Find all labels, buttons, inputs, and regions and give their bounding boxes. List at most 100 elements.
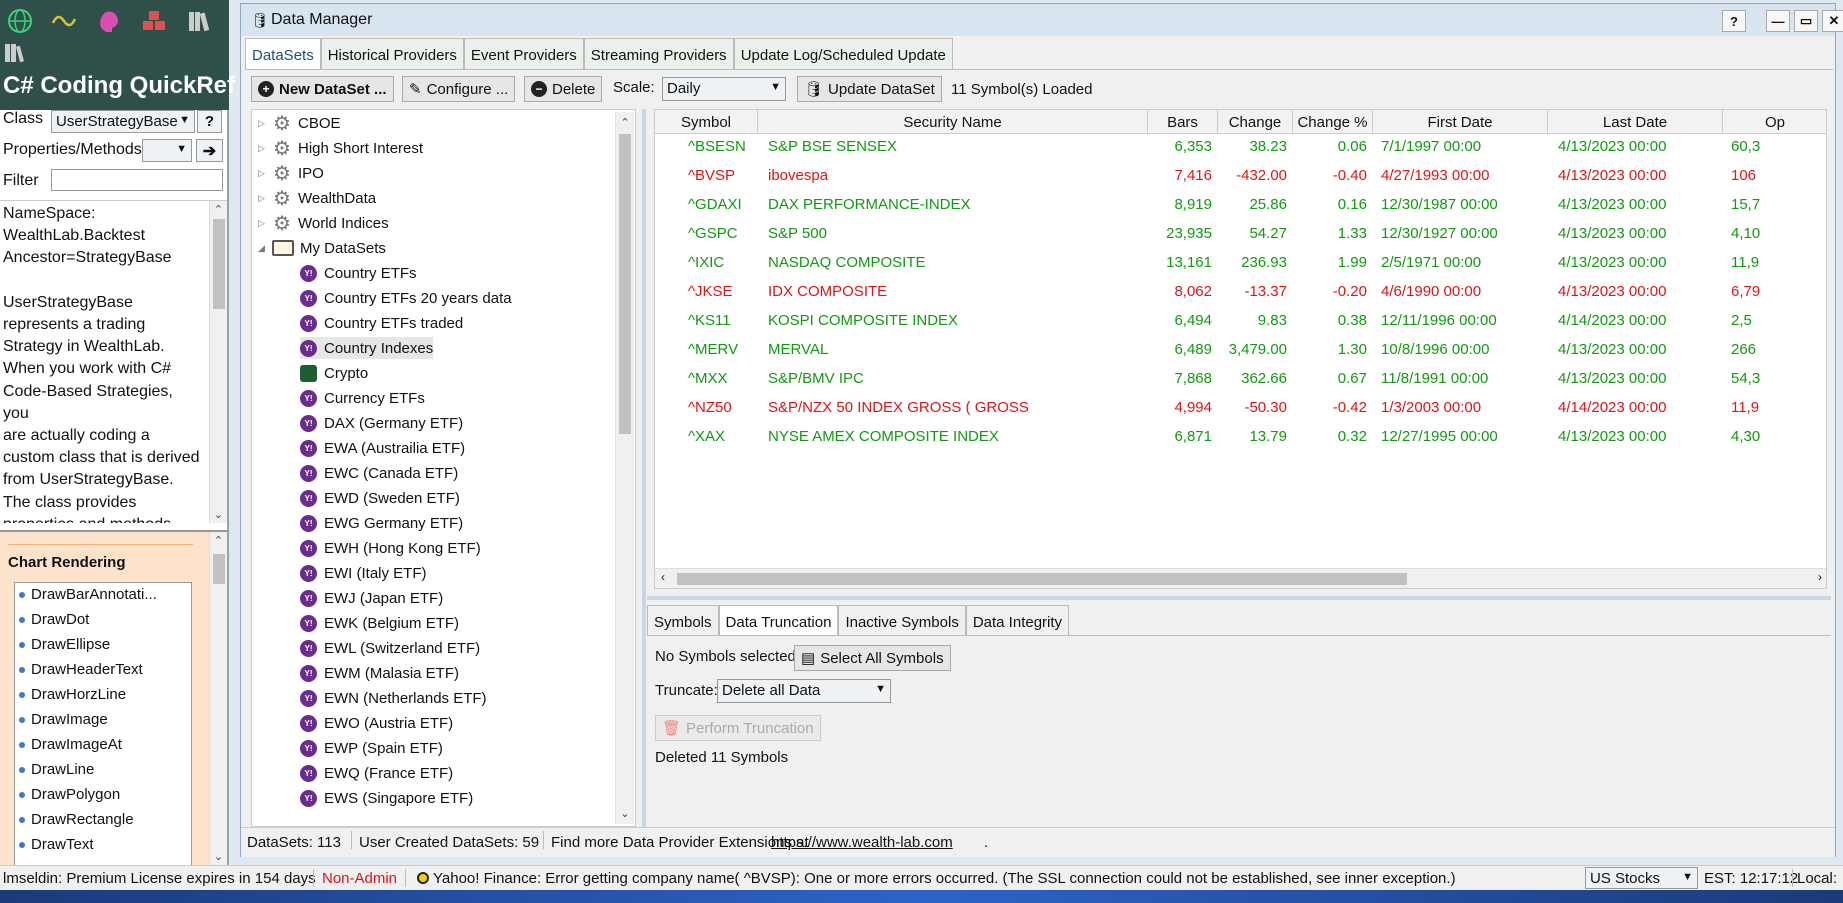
tab-data-truncation[interactable]: Data Truncation [718, 605, 839, 637]
table-row[interactable]: ^BVSP ibovespa 7,416 -432.00 -0.40 4/27/1993 … [655, 167, 1826, 189]
draw-method-item[interactable]: DrawHeaderText [19, 661, 143, 678]
tree-item[interactable]: Y! DAX (Germany ETF) [300, 412, 463, 434]
tab-symbols[interactable]: Symbols [647, 605, 719, 637]
tree-item[interactable]: Y! EWQ (France ETF) [300, 762, 453, 784]
tab-datasets[interactable]: DataSets [245, 38, 321, 70]
tree-item[interactable]: ◢ My DataSets [258, 237, 386, 259]
scroll-thumb[interactable] [213, 219, 225, 309]
close-button[interactable]: ✕ [1822, 10, 1843, 32]
tree-item[interactable]: Y! EWN (Netherlands ETF) [300, 687, 487, 709]
tree-item[interactable]: ▷ ⚙ World Indices [258, 212, 389, 235]
tree-item[interactable]: Y! EWM (Malasia ETF) [300, 662, 459, 684]
books-icon[interactable] [185, 6, 215, 36]
horizontal-splitter[interactable] [647, 596, 1831, 600]
tree-item[interactable]: Y! Country ETFs 20 years data [300, 287, 512, 309]
tab-streaming-providers[interactable]: Streaming Providers [583, 38, 734, 70]
tree-item[interactable]: Y! EWJ (Japan ETF) [300, 587, 443, 609]
maximize-button[interactable]: ▭ [1794, 10, 1818, 32]
help-button[interactable]: ? [197, 110, 222, 133]
tree-item[interactable]: Y! Currency ETFs [300, 387, 425, 409]
column-header-symbol[interactable]: Symbol [655, 110, 758, 134]
scroll-thumb[interactable] [677, 573, 1407, 585]
draw-method-item[interactable]: DrawRectangle [19, 811, 134, 828]
scroll-up-icon[interactable]: ⌃ [210, 534, 227, 547]
expand-icon[interactable]: ▷ [258, 118, 272, 129]
tree-item[interactable]: Y! Country ETFs [300, 262, 417, 284]
table-row[interactable]: ^MXX S&P/BMV IPC 7,868 362.66 0.67 11/8/1991 … [655, 370, 1826, 392]
tree-item[interactable]: ▷ ⚙ CBOE [258, 112, 341, 135]
column-header-change[interactable]: Change [1218, 110, 1293, 134]
globe-icon[interactable] [5, 6, 35, 36]
table-row[interactable]: ^GSPC S&P 500 23,935 54.27 1.33 12/30/1927 00… [655, 225, 1826, 247]
wave-icon[interactable] [49, 6, 79, 36]
description-scrollbar[interactable]: ⌃ ⌄ [209, 201, 227, 523]
table-row[interactable]: ^GDAXI DAX PERFORMANCE-INDEX 8,919 25.86 0.1… [655, 196, 1826, 218]
perform-truncation-button[interactable]: 🗑 Perform Truncation [655, 715, 821, 741]
draw-method-item[interactable]: DrawText [19, 836, 94, 853]
column-header-last-date[interactable]: Last Date [1548, 110, 1723, 134]
scroll-down-icon[interactable]: ⌄ [210, 508, 227, 521]
tree-item[interactable]: Y! EWS (Singapore ETF) [300, 787, 473, 809]
class-select[interactable]: UserStrategyBase ▼ [51, 110, 195, 133]
draw-method-item[interactable]: DrawBarAnnotati... [19, 586, 157, 603]
go-arrow-button[interactable]: ➔ [196, 139, 223, 162]
tab-historical-providers[interactable]: Historical Providers [320, 38, 464, 70]
table-row[interactable]: ^BSESN S&P BSE SENSEX 6,353 38.23 0.06 7/1/19… [655, 138, 1826, 160]
scroll-up-icon[interactable]: ⌃ [210, 203, 227, 216]
tree-item[interactable]: Y! EWA (Austrailia ETF) [300, 437, 465, 459]
tree-item[interactable]: Y! EWI (Italy ETF) [300, 562, 427, 584]
draw-method-item[interactable]: DrawEllipse [19, 636, 110, 653]
scroll-left-icon[interactable]: ‹ [661, 570, 665, 584]
tree-scrollbar[interactable]: ⌃ ⌄ [615, 112, 634, 824]
tree-item[interactable]: Y! EWG Germany ETF) [300, 512, 463, 534]
minimize-button[interactable]: — [1766, 10, 1790, 32]
table-row[interactable]: ^XAX NYSE AMEX COMPOSITE INDEX 6,871 13.79 0… [655, 428, 1826, 450]
tree-item[interactable]: ▷ ⚙ IPO [258, 162, 324, 185]
table-row[interactable]: ^KS11 KOSPI COMPOSITE INDEX 6,494 9.83 0.38 1… [655, 312, 1826, 334]
brain-icon[interactable] [94, 6, 124, 36]
scroll-thumb[interactable] [619, 134, 631, 434]
expand-icon[interactable]: ▷ [258, 193, 272, 204]
expand-icon[interactable]: ▷ [258, 143, 272, 154]
draw-method-item[interactable]: DrawPolygon [19, 786, 120, 803]
table-row[interactable]: ^IXIC NASDAQ COMPOSITE 13,161 236.93 1.99 2/5… [655, 254, 1826, 276]
tree-item[interactable]: Y! Country Indexes [300, 337, 434, 359]
table-row[interactable]: ^MERV MERVAL 6,489 3,479.00 1.30 10/8/1996 00… [655, 341, 1826, 363]
scroll-down-icon[interactable]: ⌄ [616, 807, 634, 820]
scroll-thumb[interactable] [213, 554, 225, 584]
column-header-first-date[interactable]: First Date [1373, 110, 1548, 134]
column-header-open[interactable]: Op [1723, 110, 1826, 134]
collapse-icon[interactable]: ◢ [258, 243, 272, 254]
column-header-security-name[interactable]: Security Name [758, 110, 1148, 134]
expand-icon[interactable]: ▷ [258, 168, 272, 179]
wealth-lab-link[interactable]: https://www.wealth-lab.com [771, 834, 953, 851]
filter-input[interactable] [51, 169, 223, 191]
methods-scrollbar[interactable]: ⌃ ⌄ [209, 532, 227, 865]
table-row[interactable]: ^JKSE IDX COMPOSITE 8,062 -13.37 -0.20 4/6/19… [655, 283, 1826, 305]
title-bar[interactable]: 🛢 Data Manager ? — ▭ ✕ [241, 4, 1843, 36]
tab-update-log[interactable]: Update Log/Scheduled Update [733, 38, 953, 70]
tree-item[interactable]: Crypto [300, 362, 368, 384]
table-row[interactable]: ^NZ50 S&P/NZX 50 INDEX GROSS ( GROSS 4,994… [655, 399, 1826, 421]
tree-item[interactable]: Y! EWD (Sweden ETF) [300, 487, 460, 509]
tab-inactive-symbols[interactable]: Inactive Symbols [838, 605, 966, 637]
new-dataset-button[interactable]: + New DataSet ... [251, 76, 394, 102]
scroll-up-icon[interactable]: ⌃ [616, 116, 634, 129]
column-header-change-pct[interactable]: Change % [1293, 110, 1373, 134]
configure-button[interactable]: ✎ Configure ... [402, 76, 516, 102]
tab-event-providers[interactable]: Event Providers [463, 38, 584, 70]
grid-hscrollbar[interactable]: ‹ › [655, 568, 1826, 588]
help-window-button[interactable]: ? [1722, 10, 1746, 32]
tree-item[interactable]: Y! EWO (Austria ETF) [300, 712, 453, 734]
expand-icon[interactable]: ▷ [258, 218, 272, 229]
tree-item[interactable]: ▷ ⚙ WealthData [258, 187, 376, 210]
scale-select[interactable]: Daily ▼ [662, 77, 786, 101]
delete-button[interactable]: − Delete [524, 76, 603, 102]
tree-item[interactable]: Y! EWL (Switzerland ETF) [300, 637, 480, 659]
library-icon[interactable] [0, 38, 30, 68]
column-header-bars[interactable]: Bars [1148, 110, 1218, 134]
draw-method-item[interactable]: DrawDot [19, 611, 89, 628]
draw-method-item[interactable]: DrawImage [19, 711, 108, 728]
draw-method-item[interactable]: DrawHorzLine [19, 686, 126, 703]
tree-item[interactable]: Y! Country ETFs traded [300, 312, 463, 334]
